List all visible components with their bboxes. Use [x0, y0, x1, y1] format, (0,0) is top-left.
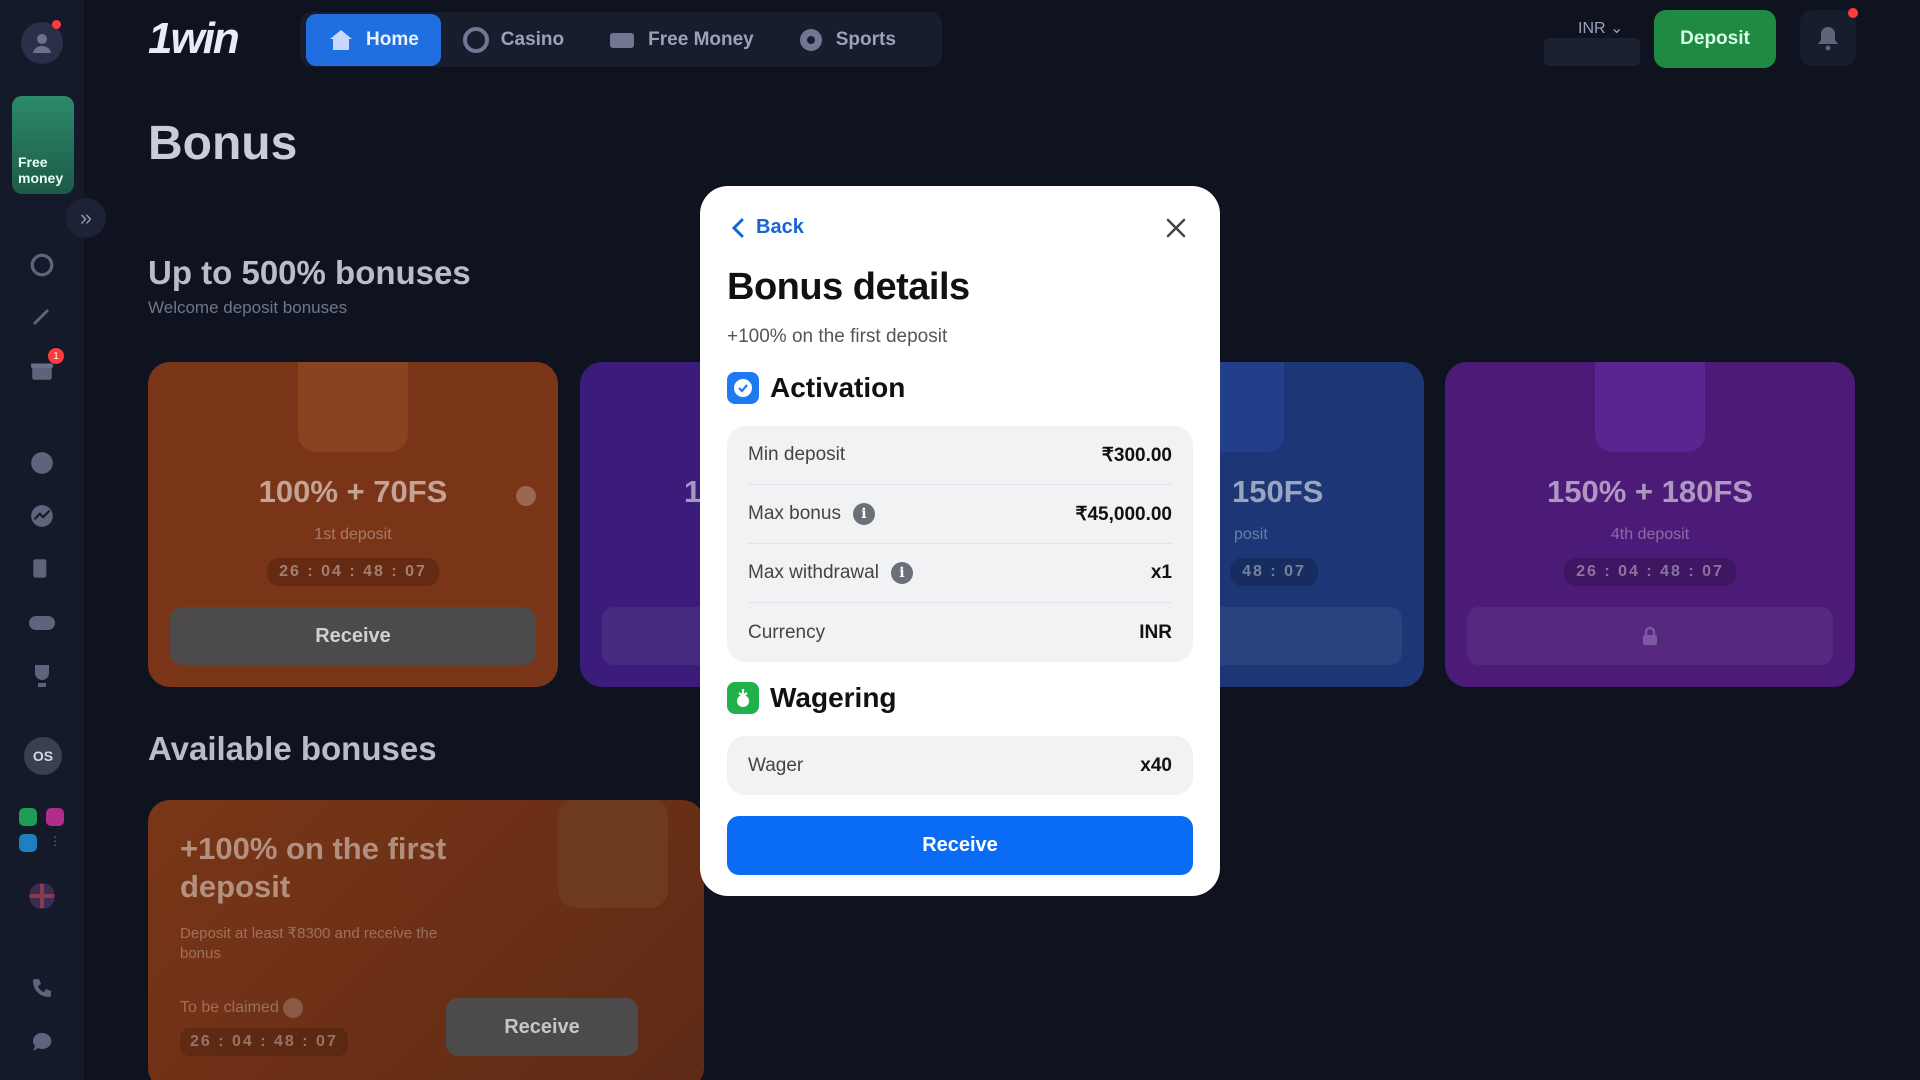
back-button[interactable]: Back [732, 216, 804, 239]
wagering-title: Wagering [770, 682, 897, 713]
info-icon[interactable]: i [852, 503, 875, 525]
row-value: INR [1139, 621, 1172, 643]
check-badge-icon [727, 372, 759, 404]
wagering-icon [727, 682, 759, 714]
table-row: Currency INR [748, 603, 1172, 662]
bonus-details-modal: Back Bonus details +100% on the first de… [700, 186, 1220, 896]
close-icon [1166, 218, 1186, 238]
table-row: Min deposit ₹300.00 [748, 426, 1172, 485]
row-key: Min deposit [748, 444, 846, 465]
activation-title: Activation [770, 372, 906, 403]
wagering-table: Wager x40 [727, 736, 1193, 795]
modal-subtitle: +100% on the first deposit [727, 326, 948, 347]
activation-heading: Activation [727, 372, 905, 404]
row-value: ₹45,000.00 [1075, 503, 1172, 525]
row-key: Currency [748, 621, 826, 643]
table-row: Max bonus i ₹45,000.00 [748, 485, 1172, 544]
activation-table: Min deposit ₹300.00 Max bonus i ₹45,000.0… [727, 426, 1193, 662]
row-key: Wager [748, 754, 804, 776]
receive-button[interactable]: Receive [727, 816, 1193, 875]
table-row: Wager x40 [748, 736, 1172, 795]
modal-title: Bonus details [727, 266, 970, 308]
table-row: Max withdrawal i x1 [748, 544, 1172, 603]
close-button[interactable] [1162, 214, 1190, 242]
back-label: Back [756, 216, 804, 238]
row-key: Max bonus i [748, 503, 875, 525]
row-key: Max withdrawal i [748, 562, 913, 584]
info-icon[interactable]: i [890, 562, 913, 584]
row-value: x1 [1150, 562, 1172, 583]
wagering-heading: Wagering [727, 682, 897, 714]
chevron-left-icon [732, 218, 744, 237]
row-value: ₹300.00 [1101, 444, 1172, 466]
row-value: x40 [1140, 754, 1172, 776]
